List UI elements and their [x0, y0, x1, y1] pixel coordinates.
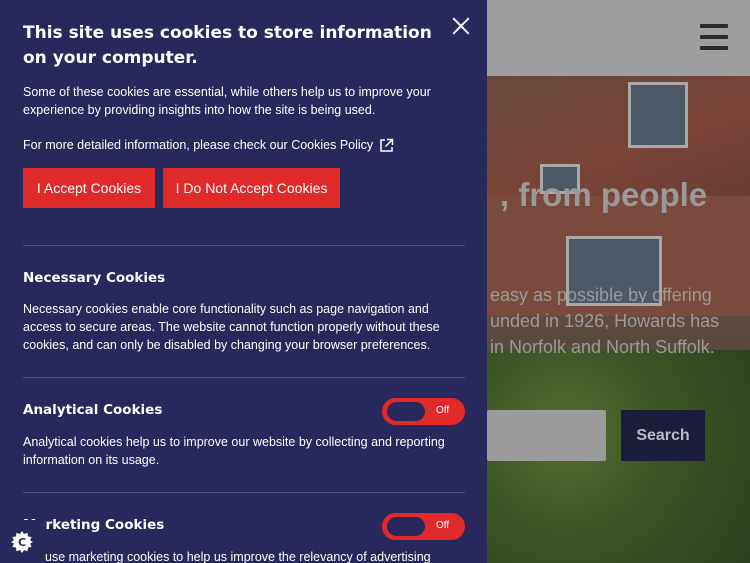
toggle-knob — [387, 402, 425, 421]
hero-text-line: unded in 1926, Howards has — [490, 311, 720, 331]
cookie-panel-title: This site uses cookies to store informat… — [23, 23, 432, 68]
hero-text-line: easy as possible by offering — [490, 285, 712, 305]
cookies-policy-line[interactable]: For more detailed information, please ch… — [23, 136, 394, 154]
accept-cookies-button[interactable]: I Accept Cookies — [23, 168, 155, 208]
necessary-cookies-title: Necessary Cookies — [23, 270, 166, 286]
marketing-cookies-toggle[interactable]: Off — [382, 513, 465, 540]
toggle-knob — [387, 517, 425, 536]
svg-text:C: C — [18, 536, 26, 549]
toggle-state-label: Off — [436, 405, 450, 416]
necessary-cookies-text: Necessary cookies enable core functional… — [23, 302, 440, 352]
external-link-icon[interactable] — [379, 138, 394, 153]
hamburger-icon[interactable] — [700, 24, 728, 50]
cookie-consent-panel: This site uses cookies to store informat… — [0, 0, 487, 563]
search-input[interactable] — [487, 410, 606, 461]
divider — [23, 492, 465, 493]
decline-cookies-button[interactable]: I Do Not Accept Cookies — [163, 168, 340, 208]
marketing-cookies-text: We use marketing cookies to help us impr… — [23, 550, 431, 563]
hero-heading: , from people — [500, 176, 708, 213]
house-window — [628, 82, 688, 148]
hero-text: easy as possible by offering unded in 19… — [490, 282, 750, 360]
toggle-state-label: Off — [436, 520, 450, 531]
analytical-cookies-title: Analytical Cookies — [23, 402, 163, 418]
cookie-icon[interactable]: C — [10, 530, 34, 554]
hero-text-line: in Norfolk and North Suffolk. — [490, 337, 715, 357]
cookie-intro-text: Some of these cookies are essential, whi… — [23, 85, 431, 117]
divider — [23, 377, 465, 378]
close-icon[interactable] — [451, 16, 471, 36]
divider — [23, 245, 465, 246]
search-button[interactable]: Search — [621, 410, 705, 461]
analytical-cookies-toggle[interactable]: Off — [382, 398, 465, 425]
cookies-policy-link[interactable]: For more detailed information, please ch… — [23, 136, 373, 154]
cookie-settings-badge[interactable]: C — [0, 520, 45, 563]
analytical-cookies-text: Analytical cookies help us to improve ou… — [23, 435, 445, 467]
